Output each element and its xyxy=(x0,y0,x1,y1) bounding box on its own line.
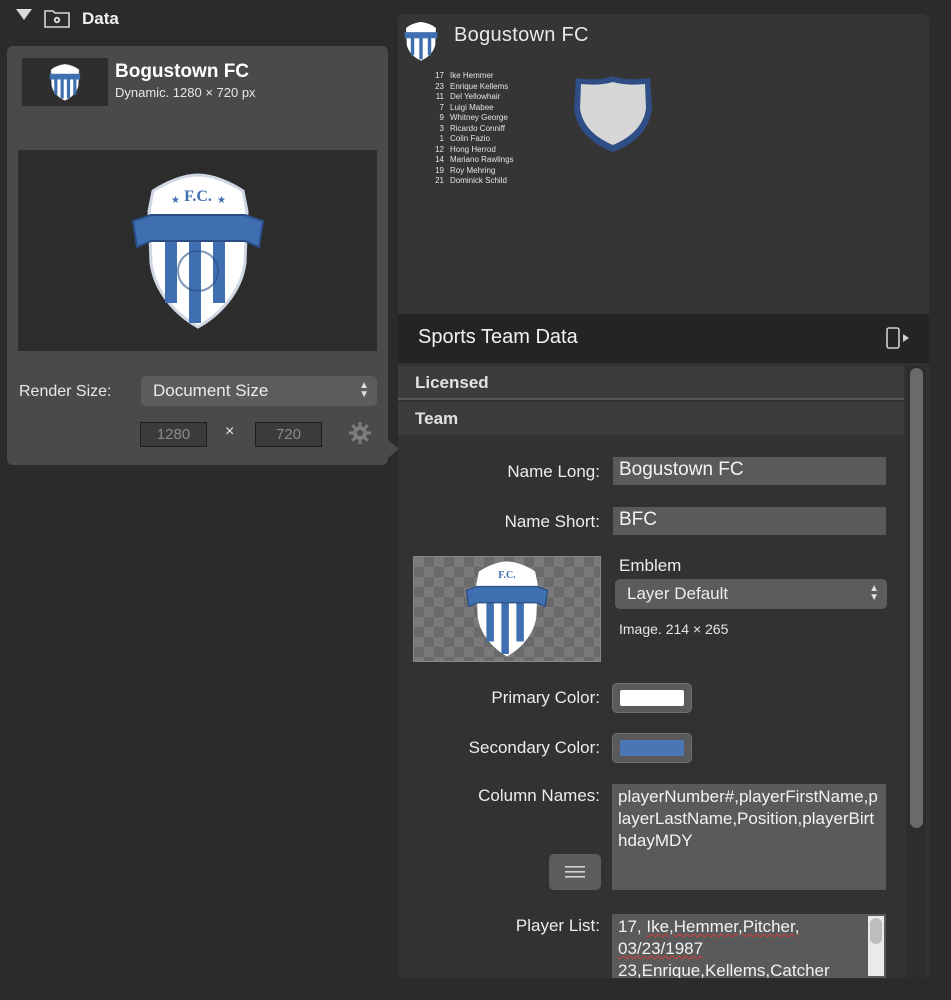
team-crest-icon xyxy=(49,63,81,101)
roster-list: 17 Ike Hemmer 23 Enrique Kellems 11 Del Yello… xyxy=(428,71,514,187)
group-team[interactable]: Team xyxy=(398,402,904,435)
svg-text:F.C.: F.C. xyxy=(498,570,516,581)
player-list-line: 17, xyxy=(618,917,642,936)
player-list-field[interactable]: 17, Ike,Hemmer,Pitcher, 03/23/1987 23,En… xyxy=(612,914,886,978)
player-list-line: 03/23/1987 xyxy=(618,939,704,958)
scrollbar-thumb[interactable] xyxy=(910,368,923,828)
name-short-label: Name Short: xyxy=(504,512,600,531)
player-list-scroll-thumb[interactable] xyxy=(870,918,882,944)
roster-row: 23 Enrique Kellems xyxy=(428,82,514,93)
player-list-scrollbar[interactable] xyxy=(868,916,884,976)
roster-row: 14 Mariano Rawlings xyxy=(428,155,514,166)
svg-text:★: ★ xyxy=(171,195,180,206)
name-long-field[interactable]: Bogustown FC xyxy=(613,457,886,485)
secondary-color-well[interactable] xyxy=(612,733,692,763)
roster-number: 23 xyxy=(435,81,444,91)
column-names-field[interactable]: playerNumber#,playerFirstName,playerLast… xyxy=(612,784,886,890)
group-divider xyxy=(398,398,904,400)
render-size-select[interactable]: Document Size ▲ ▼ xyxy=(141,376,377,406)
roster-row: 11 Del Yellowhair xyxy=(428,92,514,103)
layer-card[interactable]: Bogustown FC Dynamic. 1280 × 720 px F.C.… xyxy=(7,46,388,465)
layer-preview: F.C. ★ ★ xyxy=(18,150,377,351)
svg-text:F.C.: F.C. xyxy=(184,188,212,205)
column-names-label: Column Names: xyxy=(478,786,600,805)
layer-subtitle: Dynamic. 1280 × 720 px xyxy=(115,85,256,100)
team-crest-icon: F.C. xyxy=(465,561,549,657)
roster-number: 11 xyxy=(435,92,444,101)
roster-preview: Bogustown FC 17 Ike Hemmer 23 Enrique Kelle… xyxy=(398,14,929,314)
emblem-image-well[interactable]: F.C. xyxy=(413,556,601,662)
roster-name: Whitney George xyxy=(450,113,508,122)
roster-number: 3 xyxy=(439,123,444,133)
secondary-color-label: Secondary Color: xyxy=(468,738,600,757)
inspector-header: Sports Team Data xyxy=(398,314,929,363)
roster-number: 12 xyxy=(435,144,444,154)
roster-name: Mariano Rawlings xyxy=(450,155,514,164)
roster-row: 1 Colin Fazio xyxy=(428,134,514,145)
player-list-label: Player List: xyxy=(515,916,600,935)
layer-thumbnail xyxy=(22,58,108,106)
player-list-line: Ike,Hemmer,Pitcher, xyxy=(646,917,800,936)
roster-name: Hong Herrod xyxy=(450,144,496,154)
player-list-line: 23,Enrique,Kellems,Catcher xyxy=(618,961,830,978)
roster-name: Ike Hemmer xyxy=(450,71,494,80)
inspector-title: Sports Team Data xyxy=(418,326,578,348)
roster-row: 3 Ricardo Conniff xyxy=(428,124,514,135)
roster-number: 9 xyxy=(439,113,444,122)
roster-number: 14 xyxy=(435,155,444,164)
chevron-updown-icon: ▲ ▼ xyxy=(869,583,879,603)
roster-name: Ricardo Conniff xyxy=(450,123,505,133)
roster-name: Del Yellowhair xyxy=(450,92,501,101)
roster-number: 17 xyxy=(435,71,444,80)
roster-number: 7 xyxy=(439,102,444,112)
inspector-panel: Bogustown FC 17 Ike Hemmer 23 Enrique Kelle… xyxy=(398,14,929,978)
roster-name: Luigi Mabee xyxy=(450,102,494,112)
chevron-updown-icon: ▲ ▼ xyxy=(359,380,369,400)
group-licensed[interactable]: Licensed xyxy=(398,366,904,399)
gear-icon[interactable] xyxy=(348,421,372,445)
roster-number: 19 xyxy=(435,165,444,175)
roster-name: Colin Fazio xyxy=(450,134,491,143)
render-size-label: Render Size: xyxy=(19,383,112,400)
width-field[interactable]: 1280 xyxy=(140,422,207,447)
folder-gear-icon xyxy=(44,10,70,28)
team-crest-icon: F.C. ★ ★ xyxy=(131,172,264,329)
primary-color-label: Primary Color: xyxy=(491,688,600,707)
roster-name: Enrique Kellems xyxy=(450,81,509,91)
name-long-label: Name Long: xyxy=(507,462,600,481)
roster-name: Roy Mehring xyxy=(450,165,496,175)
emblem-info: Image. 214 × 265 xyxy=(619,621,729,637)
secondary-color-swatch xyxy=(620,740,684,756)
card-pointer xyxy=(383,436,399,462)
text-list-button[interactable] xyxy=(549,854,601,890)
roster-row: 9 Whitney George xyxy=(428,113,514,124)
layer-title: Bogustown FC xyxy=(115,61,250,82)
roster-row: 17 Ike Hemmer xyxy=(428,71,514,82)
height-field[interactable]: 720 xyxy=(255,422,322,447)
roster-name: Dominick Schild xyxy=(450,176,507,185)
emblem-label: Emblem xyxy=(619,556,682,575)
roster-number: 1 xyxy=(439,134,444,143)
section-title: Data xyxy=(82,9,119,28)
preview-team-name: Bogustown FC xyxy=(454,24,589,46)
panel-toggle-icon[interactable] xyxy=(885,326,911,350)
emblem-select[interactable]: Layer Default ▲ ▼ xyxy=(615,579,887,609)
text-list-icon xyxy=(565,866,585,878)
roster-row: 19 Roy Mehring xyxy=(428,166,514,177)
name-short-field[interactable]: BFC xyxy=(613,507,886,535)
roster-number: 21 xyxy=(435,176,444,185)
team-crest-icon xyxy=(404,21,438,61)
roster-row: 21 Dominick Schild xyxy=(428,176,514,187)
svg-text:★: ★ xyxy=(217,195,226,206)
primary-color-swatch xyxy=(620,690,684,706)
disclosure-triangle-icon[interactable] xyxy=(16,9,32,20)
roster-row: 7 Luigi Mabee xyxy=(428,103,514,114)
roster-row: 12 Hong Herrod xyxy=(428,145,514,156)
shield-icon xyxy=(574,76,652,152)
emblem-select-value: Layer Default xyxy=(627,584,729,603)
render-size-value: Document Size xyxy=(153,381,269,400)
dimension-separator: × xyxy=(225,423,235,440)
primary-color-well[interactable] xyxy=(612,683,692,713)
